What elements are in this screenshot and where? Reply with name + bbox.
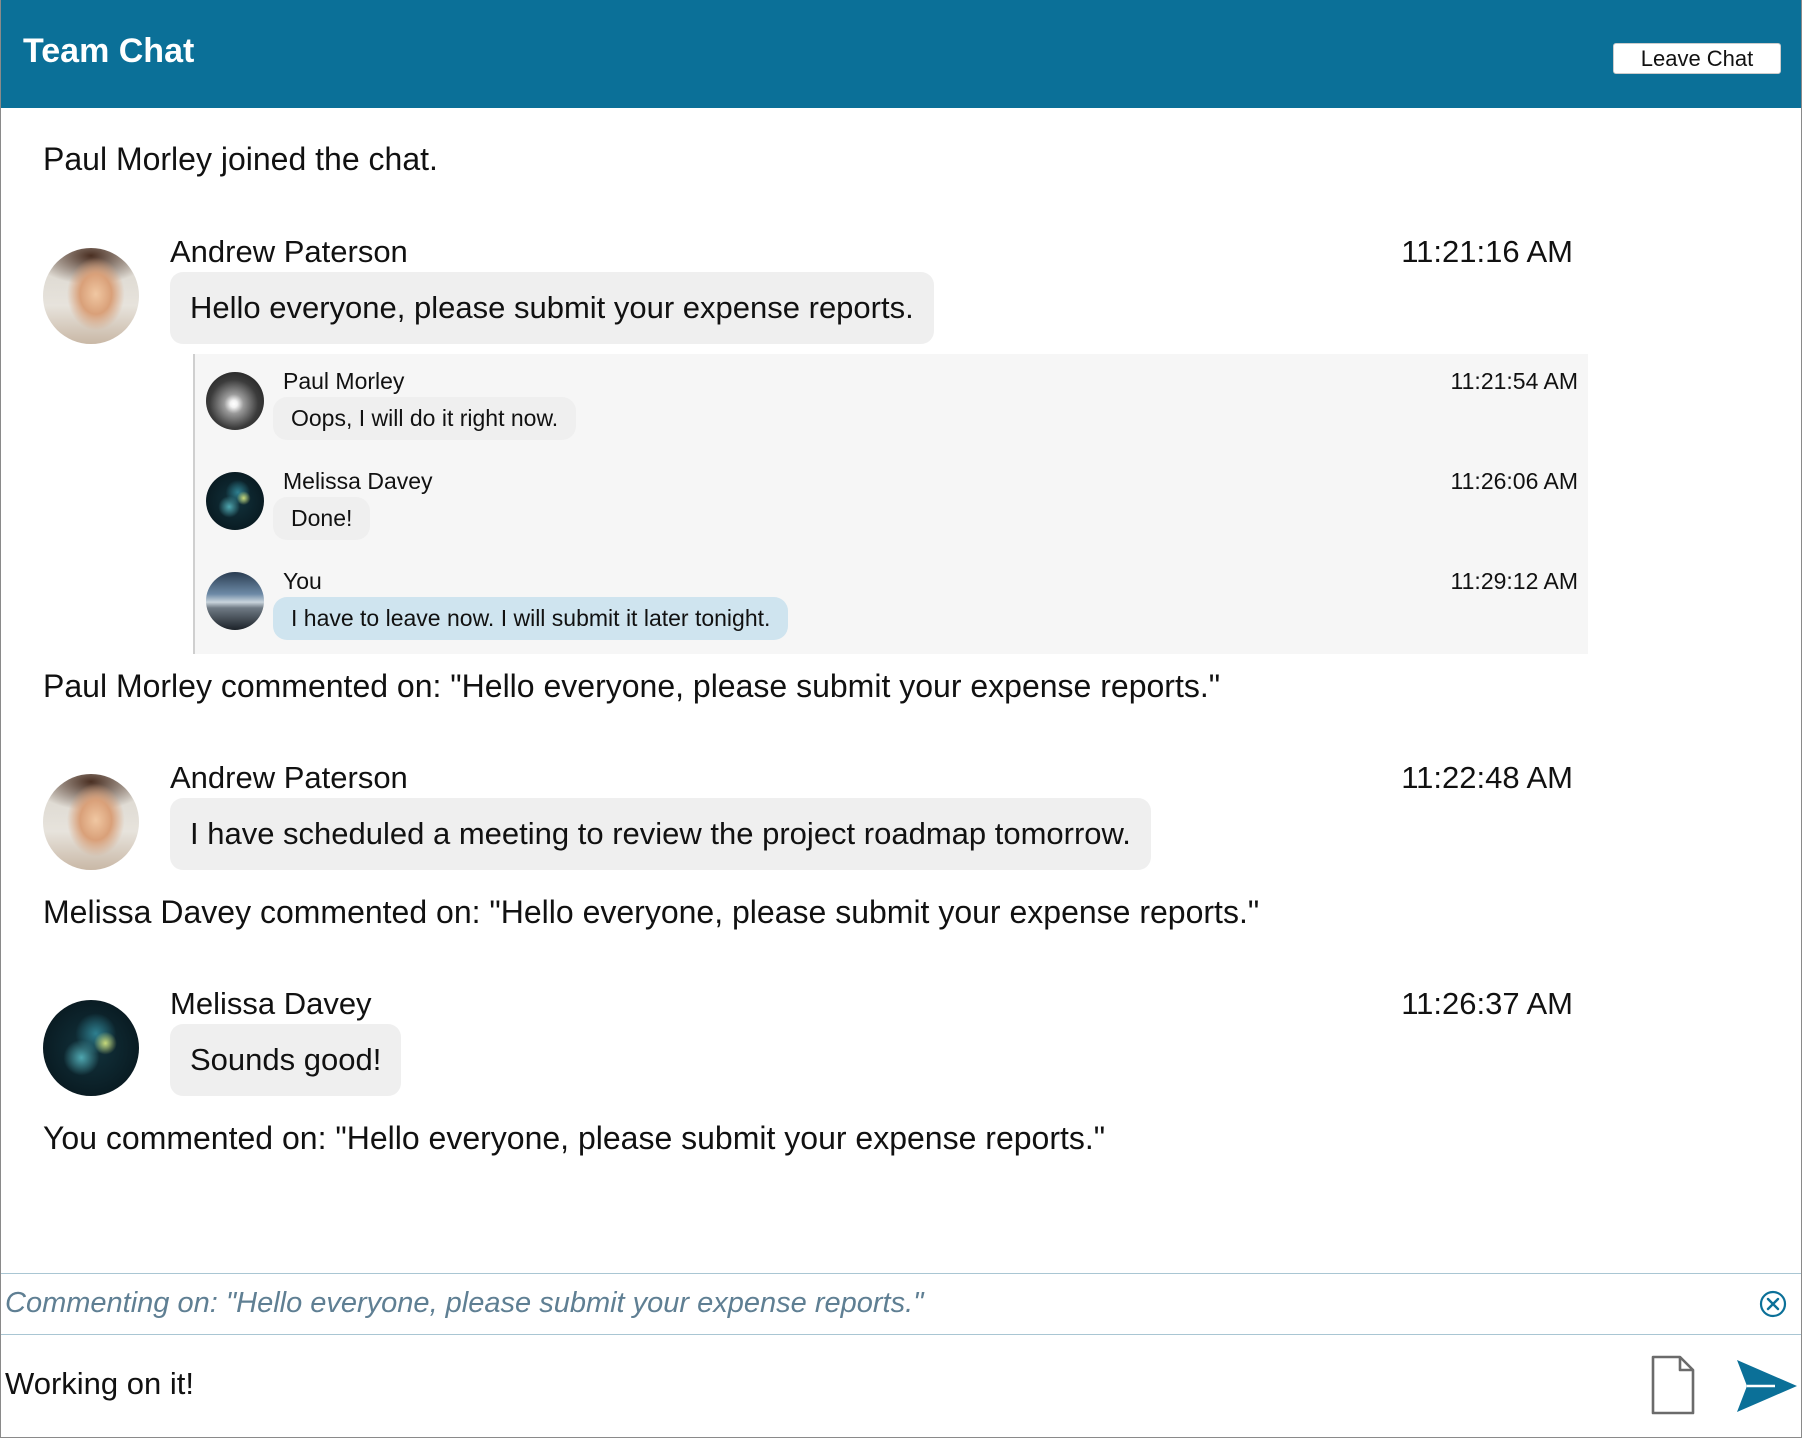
leave-chat-button[interactable]: Leave Chat	[1613, 43, 1781, 74]
comment-event: You commented on: "Hello everyone, pleas…	[43, 1120, 1106, 1156]
reply-sender-name: Melissa Davey	[283, 468, 433, 494]
reply-sender-name: You	[283, 568, 322, 594]
reply-time: 11:21:54 AM	[1450, 368, 1578, 394]
message-time: 11:22:48 AM	[1401, 760, 1573, 795]
message-list[interactable]: Paul Morley joined the chat. Andrew Pate…	[1, 108, 1801, 1273]
avatar-you	[206, 572, 264, 630]
chat-window: Team Chat Leave Chat Paul Morley joined …	[0, 0, 1802, 1438]
reply-sender-name: Paul Morley	[283, 368, 405, 394]
sender-name: Melissa Davey	[170, 986, 372, 1021]
window-title: Team Chat	[23, 32, 195, 70]
commenting-on-label: Commenting on: "Hello everyone, please s…	[5, 1287, 924, 1319]
message-bubble[interactable]: I have scheduled a meeting to review the…	[170, 798, 1151, 870]
join-event: Paul Morley joined the chat.	[43, 141, 438, 177]
message-time: 11:26:37 AM	[1401, 986, 1573, 1021]
avatar-andrew	[43, 248, 139, 344]
reply-bubble[interactable]: Oops, I will do it right now.	[273, 397, 577, 440]
avatar-andrew	[43, 774, 139, 870]
reply-time: 11:29:12 AM	[1450, 568, 1578, 594]
document-icon[interactable]	[1650, 1355, 1696, 1415]
message-bubble[interactable]: Hello everyone, please submit your expen…	[170, 272, 934, 344]
message-input[interactable]	[5, 1359, 1605, 1409]
header-bar: Team Chat Leave Chat	[1, 0, 1801, 108]
composer	[1, 1335, 1801, 1438]
commenting-bar: Commenting on: "Hello everyone, please s…	[1, 1273, 1801, 1335]
own-reply-bubble[interactable]: I have to leave now. I will submit it la…	[273, 597, 789, 640]
reply-time: 11:26:06 AM	[1450, 468, 1578, 494]
reply-thread: Paul Morley 11:21:54 AM Oops, I will do …	[193, 354, 1588, 654]
comment-event: Paul Morley commented on: "Hello everyon…	[43, 668, 1221, 704]
avatar-melissa	[43, 1000, 139, 1096]
message-time: 11:21:16 AM	[1401, 234, 1573, 269]
avatar-melissa	[206, 472, 264, 530]
reply-bubble[interactable]: Done!	[273, 497, 371, 540]
message-bubble[interactable]: Sounds good!	[170, 1024, 402, 1096]
comment-event: Melissa Davey commented on: "Hello every…	[43, 894, 1260, 930]
sender-name: Andrew Paterson	[170, 234, 408, 269]
send-icon[interactable]	[1735, 1358, 1799, 1414]
close-circle-icon[interactable]	[1759, 1290, 1787, 1318]
sender-name: Andrew Paterson	[170, 760, 408, 795]
avatar-paul	[206, 372, 264, 430]
